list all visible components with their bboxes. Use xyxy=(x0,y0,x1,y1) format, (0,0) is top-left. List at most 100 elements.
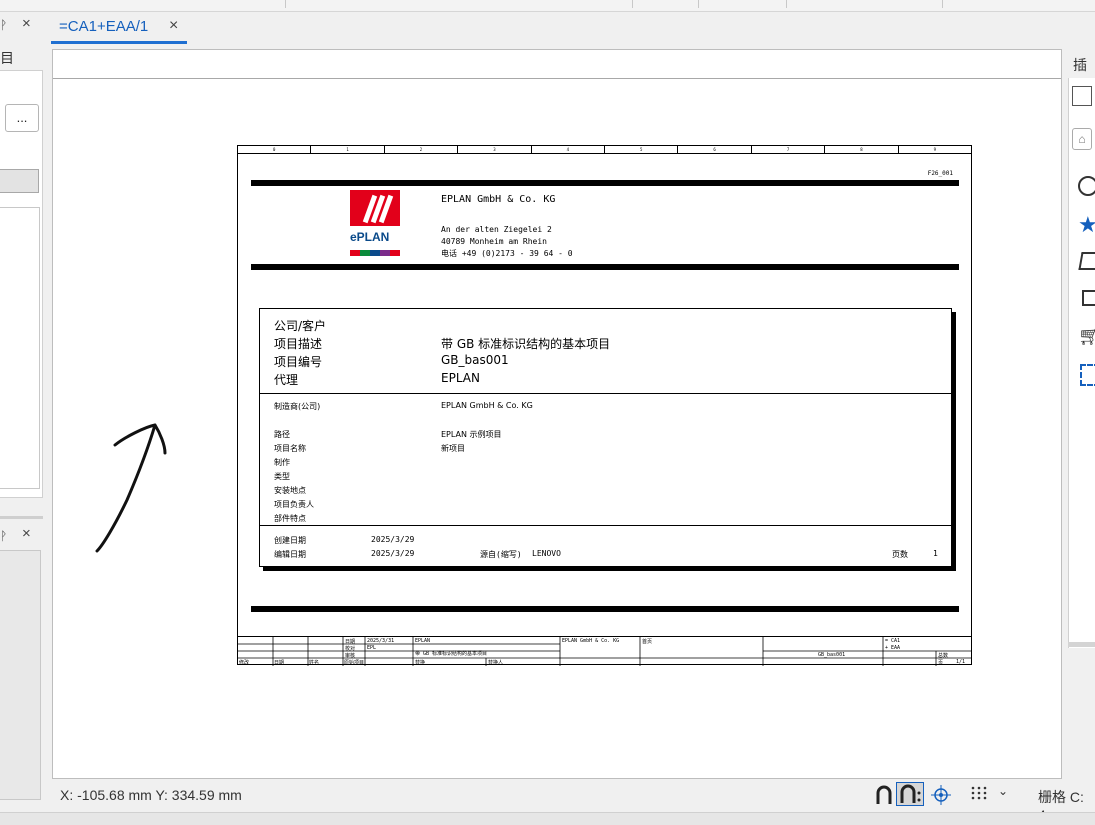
detail-field-row: 制造商(公司) EPLAN GmbH & Co. KG xyxy=(274,399,934,413)
ruler-cell: 9 xyxy=(933,147,937,152)
detail-field-label: 制造商(公司) xyxy=(274,402,321,411)
tb-checked-value: EPL xyxy=(367,645,377,651)
favorite-star-icon[interactable]: ★ xyxy=(1078,212,1095,238)
header-field-value: EPLAN xyxy=(441,371,480,385)
company-phone: 电话 +49 (0)2173 - 39 64 - 0 xyxy=(441,249,573,258)
detail-field-row: 制作 xyxy=(274,455,934,469)
detail-field-value: 新项目 xyxy=(441,444,465,453)
detail-field-row: 部件特点 xyxy=(274,511,934,525)
coordinates-readout: X: -105.68 mm Y: 334.59 mm xyxy=(60,787,242,803)
author-label: 源自(缩写) xyxy=(480,550,522,559)
right-panel-body xyxy=(1068,78,1095,648)
left-panel: ᚹ × 目 ... ᚹ × xyxy=(0,12,43,825)
ruler-cell: 7 xyxy=(752,146,826,153)
tag-icon[interactable] xyxy=(1078,252,1095,270)
pages-label: 页数 xyxy=(892,550,908,559)
header-field-label: 项目描述 xyxy=(274,337,323,351)
grid-snap-toggle[interactable] xyxy=(896,782,924,806)
header-field-value: GB_bas001 xyxy=(441,353,509,367)
right-splitter[interactable] xyxy=(1068,642,1095,647)
pin-icon[interactable]: ᚹ xyxy=(0,529,7,543)
insert-list-icon[interactable] xyxy=(1072,86,1092,106)
detail-field-row: 安装地点 xyxy=(274,483,934,497)
tb-date-label: 日期 xyxy=(345,639,356,645)
ruler-cell: 4 xyxy=(532,146,606,153)
detail-field-label: 制作 xyxy=(274,458,290,467)
panel-field[interactable] xyxy=(0,169,39,193)
tb-row-label: 日期 xyxy=(274,660,285,666)
panel-title: 目 xyxy=(0,50,14,66)
header-field-label: 代理 xyxy=(274,373,299,387)
edited-value: 2025/3/29 xyxy=(371,549,415,558)
tb-description: 带 GB 标准标识结构的基本项目 xyxy=(415,651,488,657)
created-value: 2025/3/29 xyxy=(371,535,415,544)
detail-field-value: EPLAN 示例项目 xyxy=(441,430,502,439)
tb-ca: = CA1 xyxy=(885,638,901,644)
tb-row-label: 替换人 xyxy=(488,660,504,666)
right-panel: 插入 ⌂ ★ 🛒︎ xyxy=(1068,48,1095,648)
arrow-annotation xyxy=(95,423,167,553)
canvas-divider xyxy=(53,78,1061,79)
detail-field-row: 路径 EPLAN 示例项目 xyxy=(274,427,934,441)
history-icon[interactable] xyxy=(1078,176,1095,196)
cover-frame: 公司/客户 项目描述 带 GB 标准标识结构的基本项目 项目编号 GB_bas001 代理… xyxy=(259,308,952,567)
ruler-cell: 5 xyxy=(605,146,679,153)
home-icon[interactable]: ⌂ xyxy=(1072,128,1092,150)
tb-company-full: EPLAN GmbH & Co. KG xyxy=(562,638,620,644)
eplan-logo xyxy=(350,190,400,226)
logo-colorbar xyxy=(350,250,400,256)
structure-icon[interactable] xyxy=(1080,364,1095,386)
detail-field-label: 类型 xyxy=(274,472,290,481)
tb-project-no: GB_bas001 xyxy=(818,652,846,658)
tab-close-icon[interactable]: × xyxy=(169,17,178,35)
tb-company-small: EPLAN xyxy=(415,638,431,644)
detail-fields: 制造商(公司) EPLAN GmbH & Co. KG 路径 EPLAN 示例项目项目… xyxy=(274,399,934,525)
tb-page-label: 页 xyxy=(938,660,944,666)
author-value: LENOVO xyxy=(532,549,561,558)
detail-field-label: 项目负责人 xyxy=(274,500,314,509)
tb-eaa: + EAA xyxy=(885,645,901,651)
created-label: 创建日期 xyxy=(274,536,306,545)
column-ruler: 012345678 9 xyxy=(238,146,971,154)
close-panel-button[interactable]: × xyxy=(22,15,31,32)
pages-value: 1 xyxy=(933,549,938,558)
header-field-row: 公司/客户 xyxy=(274,317,934,335)
header-field-row: 代理 EPLAN xyxy=(274,371,934,389)
form-id: F26_001 xyxy=(927,170,953,177)
ruler-cell: 0 xyxy=(238,146,312,153)
company-street: An der alten Ziegelei 2 xyxy=(441,225,552,234)
chevron-down-icon[interactable]: ⌄ xyxy=(998,784,1008,798)
tb-pages: 总数 xyxy=(938,653,949,659)
panel-body-2 xyxy=(0,550,41,800)
bottom-strip xyxy=(0,812,1095,825)
close-panel-button[interactable]: × xyxy=(22,525,31,542)
tab-document[interactable]: =CA1+EAA/1 × xyxy=(51,13,187,44)
tb-row-label: 修改 xyxy=(239,660,250,666)
component-icon[interactable] xyxy=(1082,290,1095,306)
detail-field-row: 类型 xyxy=(274,469,934,483)
cart-icon[interactable]: 🛒︎ xyxy=(1078,326,1095,347)
rule-bottom xyxy=(251,606,959,612)
tb-checked-label: 校对 xyxy=(345,646,356,652)
snap-icon[interactable] xyxy=(874,784,894,806)
tb-row-label: 原始项目 xyxy=(344,660,365,666)
pin-icon[interactable]: ᚹ xyxy=(0,18,7,32)
rule-mid xyxy=(251,264,959,270)
ribbon-strip xyxy=(0,0,1095,12)
grid-dots-icon[interactable] xyxy=(970,785,990,801)
tb-row-label: 替换 xyxy=(415,660,426,666)
tab-label: =CA1+EAA/1 xyxy=(59,18,149,35)
header-field-row: 项目编号 GB_bas001 xyxy=(274,353,934,371)
tb-row-label: 姓名 xyxy=(309,660,320,666)
ruler-cell: 2 xyxy=(385,146,459,153)
crosshair-icon[interactable] xyxy=(930,784,952,806)
drawing-sheet: 0123456789 F26_001 ePLAN EPLAN GmbH & Co… xyxy=(237,145,972,666)
browse-button[interactable]: ... xyxy=(5,104,39,132)
ruler-cell: 1 xyxy=(311,146,385,153)
panel-list[interactable] xyxy=(0,207,40,489)
detail-field-row: 项目负责人 xyxy=(274,497,934,511)
detail-field-label: 部件特点 xyxy=(274,514,306,523)
panel-splitter[interactable] xyxy=(0,516,43,519)
status-bar: X: -105.68 mm Y: 334.59 mm ⌄ 栅格 C: 4 xyxy=(52,781,1095,823)
eplan-logo-text: ePLAN xyxy=(350,230,390,244)
